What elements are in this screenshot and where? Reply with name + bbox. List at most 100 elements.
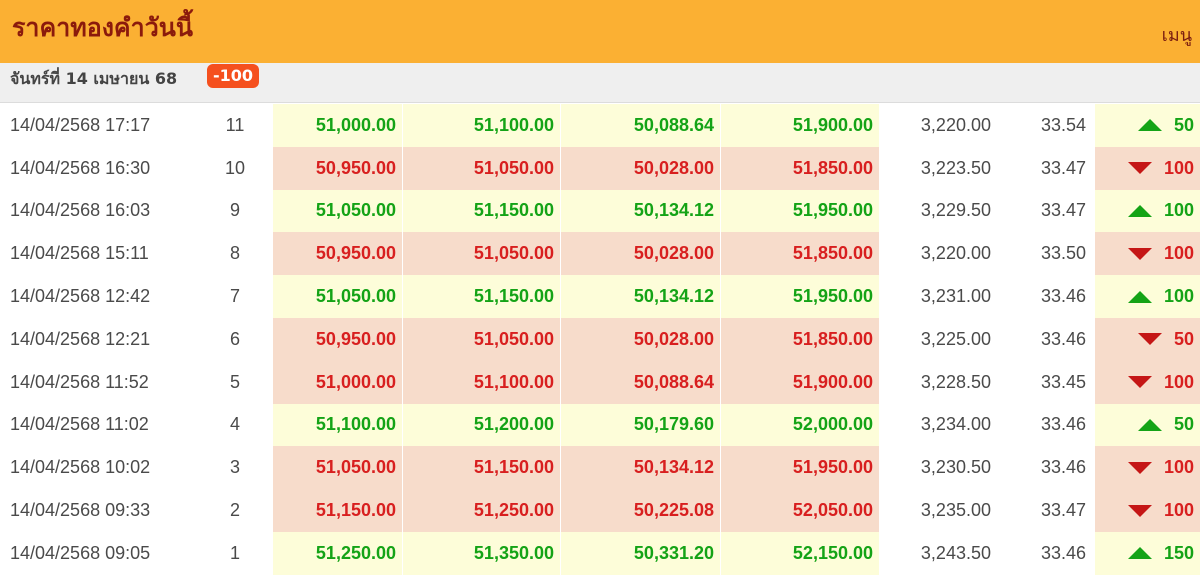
triangle-down-icon (1127, 504, 1152, 517)
update-index: 10 (224, 157, 246, 178)
table-row[interactable]: 14/04/2568 10:02 3 51,050.00 51,150.00 50,13… (0, 446, 1200, 490)
change-value: 50 (1173, 328, 1194, 349)
update-index: 7 (229, 286, 240, 307)
bar-buy-price: 51,250.00 (273, 531, 403, 575)
ornament-buy-price: 50,028.00 (561, 232, 721, 276)
update-time: 14/04/2568 09:05 (10, 542, 151, 563)
change-cell: 50 (1095, 403, 1200, 447)
bar-sell-price: 51,100.00 (403, 104, 561, 147)
update-time: 14/04/2568 10:02 (10, 457, 151, 478)
gold-spot-price: 3,229.50 (920, 200, 991, 221)
bar-sell-price: 51,050.00 (403, 232, 561, 276)
gold-spot-price: 3,231.00 (920, 286, 991, 307)
change-value: 100 (1163, 457, 1194, 478)
date-header: จันทร์ที่ 14 เมษายน 68 -100 (0, 63, 1200, 103)
ornament-buy-price: 50,179.60 (561, 403, 721, 447)
update-time: 14/04/2568 11:02 (10, 414, 149, 435)
update-time: 14/04/2568 11:52 (10, 371, 149, 392)
thb-rate: 33.50 (1040, 243, 1086, 264)
triangle-down-icon (1127, 162, 1152, 175)
table-row[interactable]: 14/04/2568 11:02 4 51,100.00 51,200.00 50,17… (0, 403, 1200, 447)
change-cell: 100 (1095, 489, 1200, 532)
change-value: 100 (1163, 371, 1194, 392)
change-cell: 100 (1095, 360, 1200, 404)
bar-buy-price: 50,950.00 (273, 317, 403, 361)
bar-sell-price: 51,150.00 (403, 189, 561, 233)
table-row[interactable]: 14/04/2568 16:03 9 51,050.00 51,150.00 50,13… (0, 189, 1200, 233)
ornament-buy-price: 50,134.12 (561, 275, 721, 318)
triangle-down-icon (1127, 461, 1152, 474)
thb-rate: 33.46 (1040, 542, 1086, 563)
triangle-up-icon (1127, 547, 1152, 560)
ornament-buy-price: 50,088.64 (561, 360, 721, 404)
triangle-down-icon (1127, 247, 1152, 260)
update-index: 4 (229, 414, 240, 435)
table-row[interactable]: 14/04/2568 11:52 5 51,000.00 51,100.00 50,08… (0, 360, 1200, 404)
ornament-sell-price: 51,850.00 (721, 232, 880, 276)
update-index: 9 (229, 200, 240, 221)
ornament-sell-price: 51,850.00 (721, 146, 880, 190)
table-row[interactable]: 14/04/2568 09:33 2 51,150.00 51,250.00 50,22… (0, 489, 1200, 532)
ornament-sell-price: 51,950.00 (721, 446, 880, 490)
update-time: 14/04/2568 09:33 (10, 500, 151, 521)
ornament-buy-price: 50,331.20 (561, 531, 721, 575)
bar-buy-price: 51,050.00 (273, 275, 403, 318)
ornament-buy-price: 50,134.12 (561, 446, 721, 490)
price-history-table: 14/04/2568 17:17 11 51,000.00 51,100.00 50,0… (0, 104, 1200, 575)
update-time: 14/04/2568 12:21 (10, 328, 151, 349)
table-row[interactable]: 14/04/2568 17:17 11 51,000.00 51,100.00 50,0… (0, 104, 1200, 147)
bar-buy-price: 50,950.00 (273, 232, 403, 276)
gold-spot-price: 3,223.50 (920, 157, 991, 178)
bar-sell-price: 51,050.00 (403, 317, 561, 361)
table-row[interactable]: 14/04/2568 12:42 7 51,050.00 51,150.00 50,13… (0, 275, 1200, 318)
gold-spot-price: 3,243.50 (920, 542, 991, 563)
update-index: 6 (229, 328, 240, 349)
change-value: 100 (1163, 243, 1194, 264)
change-cell: 100 (1095, 446, 1200, 490)
app-header: ราคาทองคำวันนี้ เมนู (0, 0, 1200, 63)
table-row[interactable]: 14/04/2568 15:11 8 50,950.00 51,050.00 50,02… (0, 232, 1200, 276)
thb-rate: 33.47 (1040, 500, 1086, 521)
triangle-down-icon (1127, 376, 1152, 389)
update-time: 14/04/2568 12:42 (10, 286, 151, 307)
bar-sell-price: 51,350.00 (403, 531, 561, 575)
gold-spot-price: 3,234.00 (920, 414, 991, 435)
bar-sell-price: 51,150.00 (403, 446, 561, 490)
triangle-up-icon (1137, 119, 1162, 132)
triangle-down-icon (1137, 333, 1162, 346)
bar-buy-price: 51,100.00 (273, 403, 403, 447)
change-value: 100 (1163, 500, 1194, 521)
ornament-sell-price: 51,900.00 (721, 360, 880, 404)
table-row[interactable]: 14/04/2568 12:21 6 50,950.00 51,050.00 50,02… (0, 317, 1200, 361)
change-cell: 150 (1095, 531, 1200, 575)
triangle-up-icon (1127, 204, 1152, 217)
bar-buy-price: 51,050.00 (273, 189, 403, 233)
bar-buy-price: 51,150.00 (273, 489, 403, 532)
ornament-buy-price: 50,225.08 (561, 489, 721, 532)
bar-buy-price: 51,000.00 (273, 360, 403, 404)
table-row[interactable]: 14/04/2568 16:30 10 50,950.00 51,050.00 50,0… (0, 146, 1200, 190)
bar-sell-price: 51,150.00 (403, 275, 561, 318)
ornament-sell-price: 51,900.00 (721, 104, 880, 147)
menu-button[interactable]: เมนู (1162, 20, 1192, 49)
bar-buy-price: 51,050.00 (273, 446, 403, 490)
change-value: 100 (1163, 200, 1194, 221)
triangle-up-icon (1137, 418, 1162, 431)
triangle-up-icon (1127, 290, 1152, 303)
gold-spot-price: 3,235.00 (920, 500, 991, 521)
gold-spot-price: 3,230.50 (920, 457, 991, 478)
thb-rate: 33.47 (1040, 157, 1086, 178)
ornament-sell-price: 51,850.00 (721, 317, 880, 361)
change-cell: 50 (1095, 317, 1200, 361)
change-cell: 100 (1095, 275, 1200, 318)
change-value: 50 (1173, 414, 1194, 435)
table-row[interactable]: 14/04/2568 09:05 1 51,250.00 51,350.00 50,33… (0, 531, 1200, 575)
bar-buy-price: 51,000.00 (273, 104, 403, 147)
change-value: 100 (1163, 157, 1194, 178)
gold-spot-price: 3,220.00 (920, 243, 991, 264)
gold-spot-price: 3,225.00 (920, 328, 991, 349)
thb-rate: 33.46 (1040, 286, 1086, 307)
thb-rate: 33.46 (1040, 414, 1086, 435)
bar-sell-price: 51,200.00 (403, 403, 561, 447)
bar-buy-price: 50,950.00 (273, 146, 403, 190)
